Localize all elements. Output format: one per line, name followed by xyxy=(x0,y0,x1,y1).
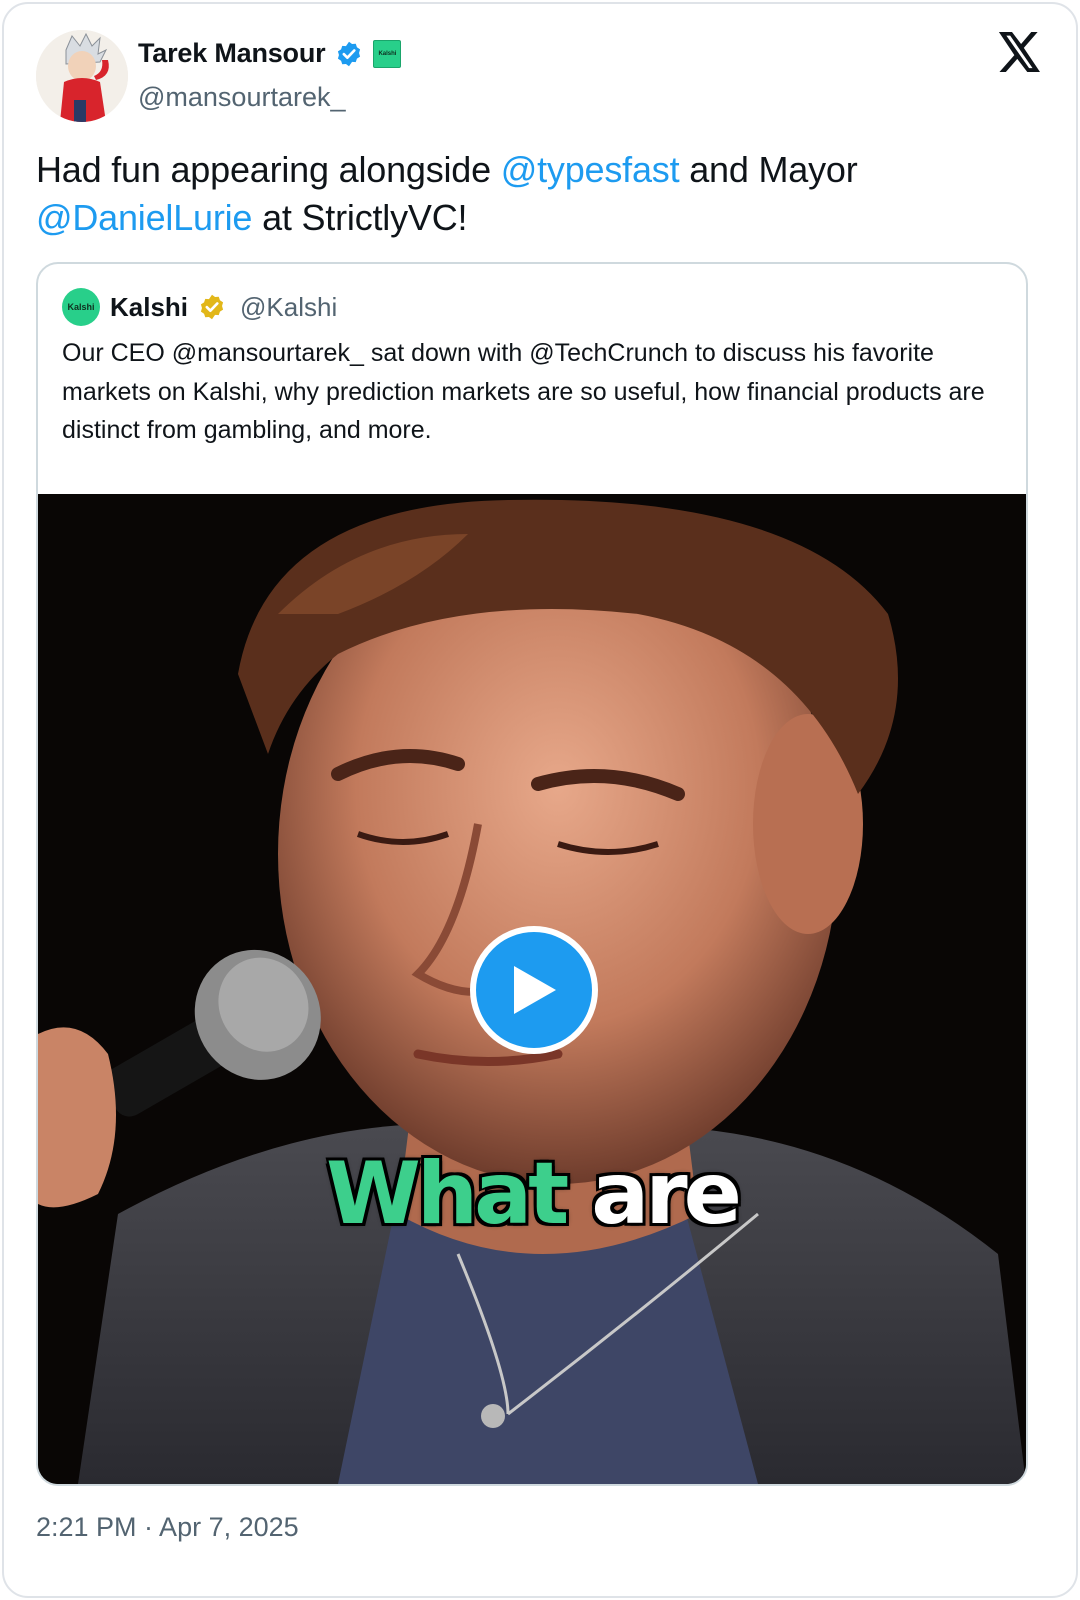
verified-gold-badge-icon xyxy=(200,294,224,320)
author-name[interactable]: Tarek Mansour xyxy=(138,38,326,69)
x-logo-icon[interactable] xyxy=(998,32,1042,72)
tweet-timestamp[interactable]: 2:21 PM · Apr 7, 2025 xyxy=(36,1512,299,1543)
caption-word-white: are xyxy=(591,1144,742,1244)
verified-badge-icon xyxy=(338,41,361,66)
video-caption: What are xyxy=(38,1144,1026,1244)
quoted-avatar[interactable]: Kalshi xyxy=(62,288,100,326)
affiliate-badge[interactable]: Kalshi xyxy=(373,39,402,68)
play-button[interactable] xyxy=(470,926,598,1054)
author-handle[interactable]: @mansourtarek_ xyxy=(138,82,346,113)
video-thumbnail[interactable]: What are xyxy=(38,494,1026,1484)
quoted-author-handle[interactable]: @Kalshi xyxy=(240,292,337,323)
tweet-card: Tarek Mansour Kalshi @mansourtarek_ Had … xyxy=(2,2,1078,1598)
caption-word-green: What xyxy=(326,1144,569,1244)
quoted-tweet[interactable]: Kalshi Kalshi @Kalshi Our CEO @mansourta… xyxy=(36,262,1028,1486)
author-avatar[interactable] xyxy=(36,30,128,122)
tweet-text: Had fun appearing alongside @typesfast a… xyxy=(36,146,1036,242)
mention-link-daniellurie[interactable]: @DanielLurie xyxy=(36,197,252,238)
affiliate-badge-label: Kalshi xyxy=(378,50,397,57)
quoted-author-name[interactable]: Kalshi xyxy=(110,292,188,323)
play-icon xyxy=(514,966,556,1014)
mention-link-typesfast[interactable]: @typesfast xyxy=(501,149,680,190)
quoted-avatar-label: Kalshi xyxy=(67,302,95,312)
quoted-tweet-text: Our CEO @mansourtarek_ sat down with @Te… xyxy=(62,339,985,444)
tweet-text-part: Had fun appearing alongside xyxy=(36,149,501,190)
tweet-text-part: and Mayor xyxy=(679,149,858,190)
tweet-text-part: at StrictlyVC! xyxy=(252,197,468,238)
